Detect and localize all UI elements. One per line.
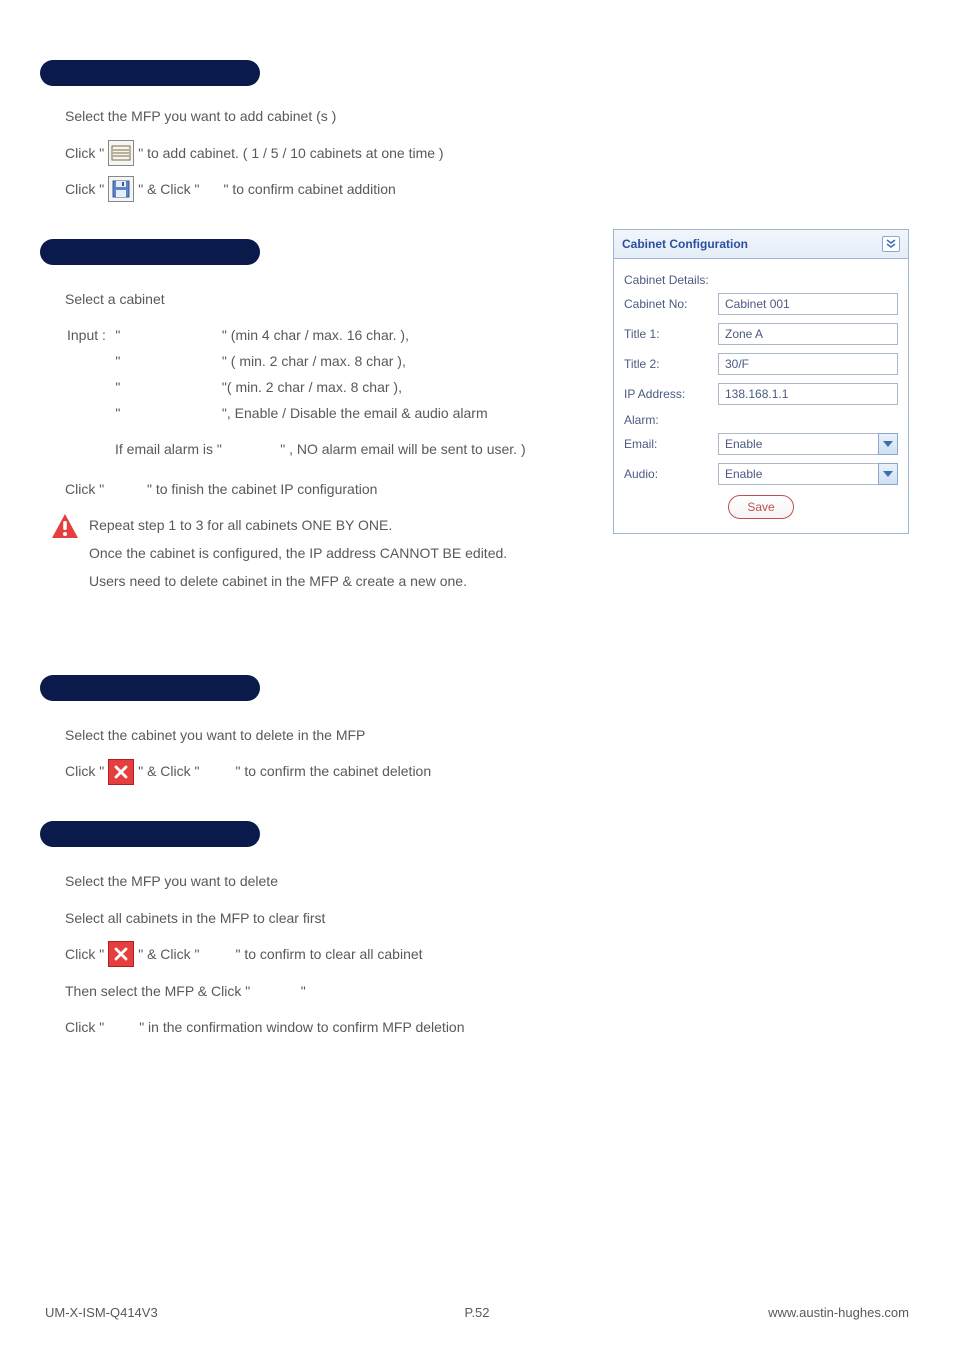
warning-text: Repeat step 1 to 3 for all cabinets ONE … [89, 511, 507, 595]
warning-icon [51, 513, 79, 544]
text-line: Click " " to finish the cabinet IP confi… [65, 476, 593, 503]
text-line: Click " " & Click " " to confirm to clea… [65, 941, 909, 968]
select-email[interactable]: Enable [718, 433, 898, 455]
quote: " [114, 376, 128, 400]
chevron-down-icon[interactable] [878, 463, 898, 485]
quote: " [114, 402, 128, 426]
panel-row-ip: IP Address: [624, 383, 898, 405]
input-title1[interactable] [718, 323, 898, 345]
text-line: Select a cabinet [65, 286, 593, 313]
text-line: If email alarm is " " , NO alarm email w… [115, 436, 593, 463]
text-fragment: " to confirm cabinet addition [223, 176, 395, 203]
panel-header: Cabinet Configuration [614, 230, 908, 259]
text-line: Click " " to add cabinet. ( 1 / 5 / 10 c… [65, 140, 909, 167]
input-cabinet-no[interactable] [718, 293, 898, 315]
text-line: Once the cabinet is configured, the IP a… [89, 539, 507, 567]
section-header-pill [40, 60, 260, 86]
panel-row-cabinet-no: Cabinet No: [624, 293, 898, 315]
footer-right: www.austin-hughes.com [768, 1305, 909, 1320]
text-line: Then select the MFP & Click " " [65, 978, 909, 1005]
text-fragment: Click " [65, 758, 104, 785]
text-line: Repeat step 1 to 3 for all cabinets ONE … [89, 511, 507, 539]
chevron-down-icon[interactable] [878, 433, 898, 455]
text-line: Select all cabinets in the MFP to clear … [65, 905, 909, 932]
panel-row-email: Email: Enable [624, 433, 898, 455]
section-add-cabinet: Select the MFP you want to add cabinet (… [45, 60, 909, 203]
text-fragment: " to confirm to clear all cabinet [235, 941, 422, 968]
section-delete-mfp: Select the MFP you want to delete Select… [45, 821, 909, 1041]
text-fragment: Click " [65, 176, 104, 203]
text-fragment: " & Click " [138, 941, 199, 968]
panel-row-title2: Title 2: [624, 353, 898, 375]
text-fragment: Click " [65, 140, 104, 167]
section-cabinet-config: Select a cabinet Input : " " (min 4 char… [45, 239, 909, 595]
select-audio-value: Enable [718, 463, 878, 485]
text-fragment: " & Click " [138, 176, 199, 203]
panel-subhead: Cabinet Details: [624, 273, 898, 287]
section-delete-cabinet: Select the cabinet you want to delete in… [45, 675, 909, 785]
section-header-pill [40, 675, 260, 701]
panel-body: Cabinet Details: Cabinet No: Title 1: Ti… [614, 259, 908, 533]
quote: " [114, 324, 128, 348]
delete-x-icon [108, 759, 134, 785]
input-spec-table: Input : " " (min 4 char / max. 16 char. … [65, 322, 496, 427]
text-line: Select the cabinet you want to delete in… [65, 722, 909, 749]
save-button[interactable]: Save [728, 495, 793, 519]
select-audio[interactable]: Enable [718, 463, 898, 485]
text-fragment: " (min 4 char / max. 16 char. ), [222, 324, 494, 348]
label-email: Email: [624, 437, 718, 451]
text-line: Select the MFP you want to add cabinet (… [65, 103, 909, 130]
section-header-pill [40, 821, 260, 847]
quote: " [114, 350, 128, 374]
page-footer: UM-X-ISM-Q414V3 P.52 www.austin-hughes.c… [45, 1305, 909, 1320]
label-ip: IP Address: [624, 387, 718, 401]
text-line: Users need to delete cabinet in the MFP … [89, 567, 507, 595]
text-fragment: ", Enable / Disable the email & audio al… [222, 402, 494, 426]
text-line: Click " " in the confirmation window to … [65, 1014, 909, 1041]
save-disk-icon [108, 176, 134, 202]
cabinet-config-panel: Cabinet Configuration Cabinet Details: C… [613, 229, 909, 534]
text-line: Click " " & Click " " to confirm the cab… [65, 758, 909, 785]
text-line: Click " " & Click " " to confirm cabinet… [65, 176, 909, 203]
delete-x-icon [108, 941, 134, 967]
input-ip[interactable] [718, 383, 898, 405]
warning-block: Repeat step 1 to 3 for all cabinets ONE … [51, 511, 593, 595]
collapse-icon[interactable] [882, 236, 900, 252]
label-title1: Title 1: [624, 327, 718, 341]
text-fragment: Click " [65, 941, 104, 968]
text-fragment: " ( min. 2 char / max. 8 char ), [222, 350, 494, 374]
text-fragment: "( min. 2 char / max. 8 char ), [222, 376, 494, 400]
section-header-pill [40, 239, 260, 265]
text-line: Select the MFP you want to delete [65, 868, 909, 895]
label-cabinet-no: Cabinet No: [624, 297, 718, 311]
label-audio: Audio: [624, 467, 718, 481]
select-email-value: Enable [718, 433, 878, 455]
label-title2: Title 2: [624, 357, 718, 371]
panel-row-audio: Audio: Enable [624, 463, 898, 485]
text-fragment: " & Click " [138, 758, 199, 785]
label-alarm: Alarm: [624, 413, 898, 427]
text-fragment: " to add cabinet. ( 1 / 5 / 10 cabinets … [138, 140, 443, 167]
panel-title: Cabinet Configuration [622, 237, 748, 251]
input-prefix: Input : [67, 324, 112, 348]
input-title2[interactable] [718, 353, 898, 375]
panel-row-title1: Title 1: [624, 323, 898, 345]
add-cabinet-icon [108, 140, 134, 166]
text-fragment: " to confirm the cabinet deletion [235, 758, 431, 785]
